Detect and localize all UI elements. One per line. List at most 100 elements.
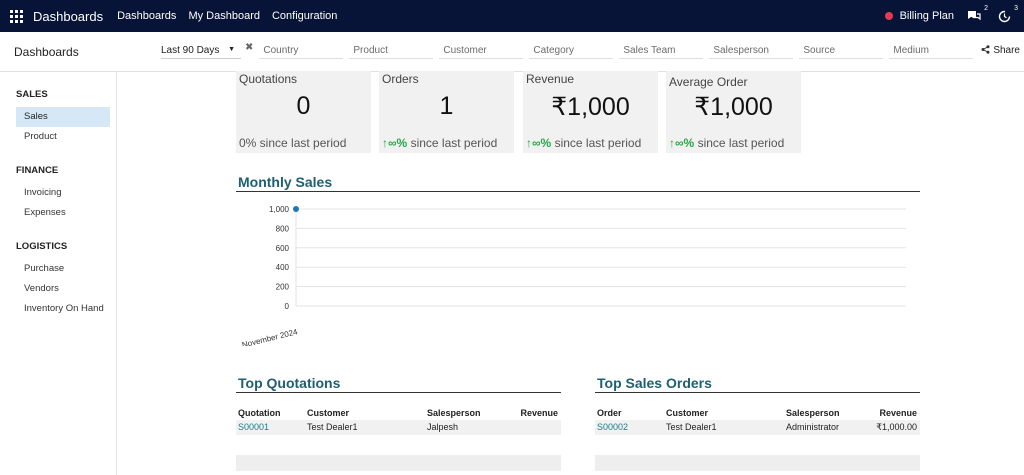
column-header[interactable]: Customer (305, 406, 425, 420)
kpi-footer-text: since last period (407, 136, 498, 150)
clear-filter-icon[interactable]: ✖ (245, 42, 253, 53)
kpi-value: ₹1,000 (694, 93, 773, 121)
kpi-trend: ↑∞% (526, 136, 552, 150)
y-tick-label: 1,000 (269, 205, 290, 214)
y-tick-label: 200 (276, 283, 290, 292)
cell-revenue (517, 420, 561, 435)
column-header[interactable]: Quotation (236, 406, 305, 420)
filter-source[interactable]: Source (799, 45, 884, 59)
cell-revenue: ₹1,000.00 (876, 422, 917, 432)
section-divider (595, 392, 920, 393)
kpi-card-orders[interactable]: Orders 1 ↑∞% since last period (379, 71, 514, 153)
column-header[interactable]: Customer (664, 406, 784, 420)
table-footer (236, 455, 561, 471)
sidebar-item-purchase[interactable]: Purchase (16, 259, 110, 279)
kpi-value: 0 (296, 92, 311, 120)
filter-country[interactable]: Country (259, 45, 344, 59)
y-tick-label: 400 (276, 263, 290, 272)
filter-medium[interactable]: Medium (889, 45, 974, 59)
menu-dashboards[interactable]: Dashboards (117, 10, 176, 22)
order-link[interactable]: S00002 (595, 420, 664, 435)
filter-product[interactable]: Product (349, 45, 434, 59)
kpi-footer-text: 0% since last period (239, 136, 347, 150)
sidebar: SALES Sales Product FINANCE Invoicing Ex… (0, 72, 117, 475)
breadcrumb: Dashboards (14, 44, 79, 59)
column-header[interactable]: Revenue (862, 406, 920, 420)
table-footer (595, 455, 920, 471)
cell-customer: Test Dealer1 (666, 422, 717, 432)
top-quotations-title: Top Quotations (238, 375, 341, 391)
share-button[interactable]: Share (981, 45, 1020, 56)
caret-down-icon: ▼ (228, 45, 235, 53)
share-label: Share (993, 45, 1020, 56)
kpi-footer: ↑∞% since last period (382, 136, 497, 150)
messages-icon[interactable]: 2 (964, 0, 988, 32)
sidebar-item-vendors[interactable]: Vendors (16, 279, 110, 299)
y-tick-label: 0 (285, 302, 290, 311)
x-tick-label: November 2024 (241, 327, 299, 346)
top-sales-orders-table: Order Customer Salesperson Revenue S0000… (595, 406, 920, 471)
column-header[interactable]: Revenue (517, 406, 561, 420)
table-row[interactable]: S00002 Test Dealer1 Administrator ₹1,000… (595, 420, 920, 435)
y-tick-label: 800 (276, 224, 290, 233)
table-header: Order Customer Salesperson Revenue (595, 406, 920, 420)
quotation-link[interactable]: S00001 (236, 420, 305, 435)
period-select[interactable]: Last 90 Days ▼ (161, 45, 241, 59)
kpi-title: Quotations (239, 72, 298, 86)
menu-configuration[interactable]: Configuration (272, 10, 337, 22)
monthly-sales-title: Monthly Sales (238, 174, 333, 190)
column-header[interactable]: Salesperson (784, 406, 862, 420)
filter-category[interactable]: Category (529, 45, 614, 59)
kpi-trend: ↑∞% (382, 136, 408, 150)
apps-menu-icon[interactable] (0, 0, 32, 32)
kpi-card-average-order[interactable]: Average Order ₹1,000 ↑∞% since last peri… (666, 71, 801, 153)
kpi-trend: ↑∞% (669, 136, 695, 150)
sidebar-section-logistics: LOGISTICS (16, 241, 68, 252)
sidebar-item-expenses[interactable]: Expenses (16, 203, 110, 223)
cell-salesperson: Jalpesh (427, 422, 459, 432)
activity-badge: 3 (1014, 5, 1018, 12)
app-brand[interactable]: Dashboards (33, 9, 103, 24)
section-divider (236, 392, 561, 393)
sidebar-item-invoicing[interactable]: Invoicing (16, 183, 110, 203)
kpi-card-quotations[interactable]: Quotations 0 0% since last period (236, 71, 371, 153)
section-divider (236, 191, 920, 192)
kpi-title: Average Order (669, 75, 748, 89)
sidebar-section-finance: FINANCE (16, 165, 59, 176)
kpi-title: Revenue (526, 72, 575, 86)
billing-status-dot (884, 12, 893, 20)
filter-customer[interactable]: Customer (439, 45, 524, 59)
kpi-card-revenue[interactable]: Revenue ₹1,000 ↑∞% since last period (523, 71, 658, 153)
filter-salesperson[interactable]: Salesperson (709, 45, 794, 59)
column-header[interactable]: Salesperson (425, 406, 517, 420)
activity-clock-icon[interactable]: 3 (994, 0, 1018, 32)
control-panel: Dashboards Last 90 Days ▼ ✖ Country Prod… (0, 32, 1024, 72)
kpi-footer: ↑∞% since last period (669, 136, 784, 150)
data-point (293, 206, 299, 212)
table-row[interactable]: S00001 Test Dealer1 Jalpesh (236, 420, 561, 435)
column-header[interactable]: Order (595, 406, 664, 420)
sidebar-item-product[interactable]: Product (16, 127, 110, 147)
sidebar-section-sales: SALES (16, 89, 48, 100)
top-sales-orders-title: Top Sales Orders (597, 375, 712, 391)
period-value: Last 90 Days (161, 44, 220, 56)
kpi-value: ₹1,000 (551, 93, 630, 121)
top-quotations-table: Quotation Customer Salesperson Revenue S… (236, 406, 561, 471)
sidebar-item-sales[interactable]: Sales (16, 107, 110, 127)
kpi-footer: ↑∞% since last period (526, 136, 641, 150)
filter-sales-team[interactable]: Sales Team (619, 45, 704, 59)
messages-badge: 2 (984, 5, 988, 12)
billing-plan-link[interactable]: Billing Plan (900, 10, 954, 22)
monthly-sales-chart: 1,000 800 600 400 200 0 November 2024 (241, 205, 906, 346)
menu-my-dashboard[interactable]: My Dashboard (188, 10, 260, 22)
kpi-footer-text: since last period (551, 136, 642, 150)
table-header: Quotation Customer Salesperson Revenue (236, 406, 561, 420)
share-icon (981, 45, 990, 56)
sidebar-item-inventory-on-hand[interactable]: Inventory On Hand (16, 299, 110, 319)
kpi-footer-text: since last period (694, 136, 785, 150)
kpi-value: 1 (439, 92, 454, 120)
cell-customer: Test Dealer1 (307, 422, 358, 432)
kpi-title: Orders (382, 72, 419, 86)
kpi-footer: 0% since last period (239, 136, 346, 150)
y-tick-label: 600 (276, 244, 290, 253)
